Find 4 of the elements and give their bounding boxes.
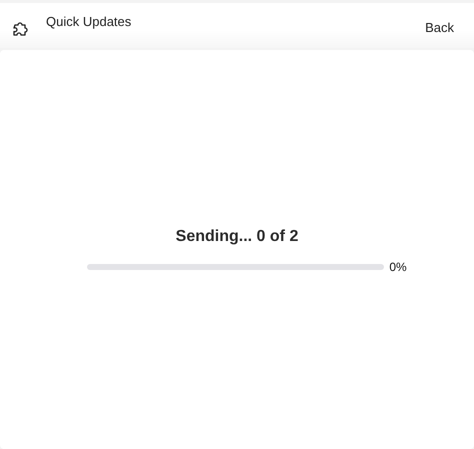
- sending-status: Sending... 0 of 2: [176, 228, 298, 246]
- page-title: Quick Updates: [46, 14, 132, 29]
- back-button[interactable]: Back: [425, 20, 464, 35]
- progress-percent: 0%: [389, 260, 407, 274]
